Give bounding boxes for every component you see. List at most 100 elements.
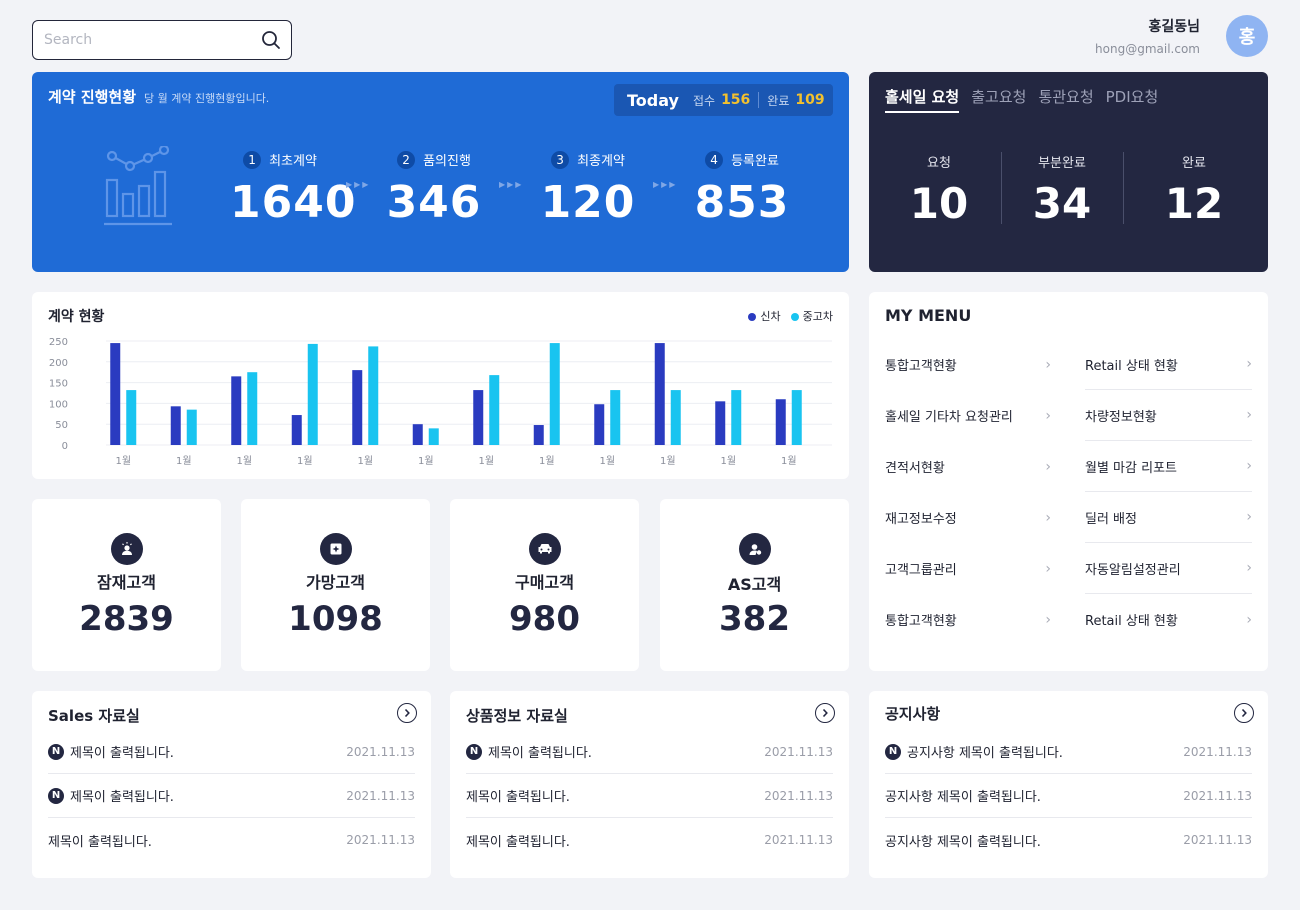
bar-used-car xyxy=(307,343,318,445)
user-name: 홍길동님 xyxy=(1148,19,1200,35)
stat-label: 잠재고객 xyxy=(97,573,156,592)
my-menu-item-label: 통합고객현황 xyxy=(885,614,957,629)
received-label: 접수 xyxy=(692,93,716,108)
step-registered[interactable]: 4 등록완료 853 xyxy=(692,150,792,228)
list-item[interactable]: N 공지사항 제목이 출력됩니다. 2021.11.13 xyxy=(885,730,1252,774)
list-item[interactable]: 제목이 출력됩니다. 2021.11.13 xyxy=(48,818,415,862)
stat-prospect-customers[interactable]: 가망고객 1098 xyxy=(241,499,430,671)
my-menu-item[interactable]: 월별 마감 리포트 › xyxy=(1085,441,1252,492)
list-item[interactable]: N 제목이 출력됩니다. 2021.11.13 xyxy=(48,730,415,774)
complete-count: 완료 12 xyxy=(1134,152,1254,228)
chevron-right-icon: › xyxy=(1246,611,1252,628)
x-tick-label: 1월 xyxy=(115,455,131,467)
bar-used-car xyxy=(670,390,681,445)
list-item[interactable]: 공지사항 제목이 출력됩니다. 2021.11.13 xyxy=(885,774,1252,818)
column-label: 요청 xyxy=(927,156,951,171)
list-item-left: N 제목이 출력됩니다. xyxy=(466,742,592,761)
arrows-icon: ▶▶▶ xyxy=(499,180,524,189)
chevron-right-icon: › xyxy=(1045,560,1051,577)
bar-new-car xyxy=(412,424,423,445)
list-item[interactable]: N 제목이 출력됩니다. 2021.11.13 xyxy=(466,730,833,774)
tab-pdi[interactable]: PDI요청 xyxy=(1106,86,1159,113)
list-item-left: N 제목이 출력됩니다. xyxy=(48,742,174,761)
my-menu-item[interactable]: 딜러 배정 › xyxy=(1085,492,1252,543)
list-item-title: 제목이 출력됩니다. xyxy=(48,834,152,850)
x-tick-label: 1월 xyxy=(539,455,555,467)
new-badge: N xyxy=(885,743,901,760)
list-item-left: 공지사항 제목이 출력됩니다. xyxy=(885,831,1041,850)
my-menu-item[interactable]: 자동알림설정관리 › xyxy=(1085,543,1252,594)
bar-used-car xyxy=(610,390,621,445)
list-item-date: 2021.11.13 xyxy=(764,833,833,847)
stat-value: 382 xyxy=(719,599,790,639)
step-value: 346 xyxy=(386,177,482,228)
my-menu-item[interactable]: 홀세일 기타차 요청관리 › xyxy=(885,390,1051,441)
bar-new-car xyxy=(110,343,121,445)
search-box xyxy=(32,20,292,60)
product-library-card: 상품정보 자료실 N 제목이 출력됩니다. 2021.11.13 제목이 출력됩니다.… xyxy=(450,691,849,878)
list-item-left: N 제목이 출력됩니다. xyxy=(48,786,174,805)
stat-purchase-customers[interactable]: 구매고객 980 xyxy=(450,499,639,671)
my-menu-item[interactable]: 통합고객현황 › xyxy=(885,339,1051,390)
step-initial-contract[interactable]: 1 최초계약 1640 xyxy=(230,150,355,228)
search-input[interactable] xyxy=(44,32,261,48)
my-menu-item-label: 홀세일 기타차 요청관리 xyxy=(885,410,1013,425)
list-item[interactable]: N 제목이 출력됩니다. 2021.11.13 xyxy=(48,774,415,818)
request-tabs: 홀세일 요청 출고요청 통관요청 PDI요청 xyxy=(885,86,1158,113)
done-count: 109 xyxy=(795,92,825,108)
x-tick-label: 1월 xyxy=(599,455,615,467)
my-menu-item[interactable]: Retail 상태 현황 › xyxy=(1085,594,1252,645)
avatar[interactable]: 홍 xyxy=(1226,15,1268,57)
bar-new-car xyxy=(715,401,726,445)
stat-value: 980 xyxy=(509,599,580,639)
step-label: 등록완료 xyxy=(731,154,779,169)
list-item-title: 제목이 출력됩니다. xyxy=(70,746,174,761)
column-label: 완료 xyxy=(1182,156,1206,171)
x-tick-label: 1월 xyxy=(418,455,434,467)
step-final-contract[interactable]: 3 최종계약 120 xyxy=(538,150,638,228)
chevron-right-circle-icon[interactable] xyxy=(815,703,835,723)
chevron-right-icon: › xyxy=(1045,509,1051,526)
my-menu-item-label: 자동알림설정관리 xyxy=(1085,562,1181,578)
y-tick-label: 150 xyxy=(49,379,68,390)
stat-as-customers[interactable]: AS고객 382 xyxy=(660,499,849,671)
search-icon[interactable] xyxy=(261,30,281,50)
my-menu-item[interactable]: 고객그룹관리 › xyxy=(885,543,1051,594)
bar-used-car xyxy=(126,390,137,445)
x-tick-label: 1월 xyxy=(297,455,313,467)
contract-chart-card: 계약 현황 신차 중고차 0 50 100 150 200 250 1월 1월 1월 1월 1월 1월… xyxy=(32,292,849,479)
my-menu-item[interactable]: Retail 상태 현황 › xyxy=(1085,339,1252,390)
my-menu-row: 견적서현황 › 월별 마감 리포트 › xyxy=(885,441,1252,492)
user-email: hong@gmail.com xyxy=(1095,42,1200,56)
list-title: Sales 자료실 xyxy=(48,707,140,725)
list-item[interactable]: 공지사항 제목이 출력됩니다. 2021.11.13 xyxy=(885,818,1252,862)
step-label: 품의진행 xyxy=(423,154,471,169)
y-tick-label: 0 xyxy=(62,441,68,452)
list-item-title: 제목이 출력됩니다. xyxy=(488,746,592,761)
my-menu-item[interactable]: 재고정보수정 › xyxy=(885,492,1051,543)
chevron-right-circle-icon[interactable] xyxy=(397,703,417,723)
my-menu-item[interactable]: 차량정보현황 › xyxy=(1085,390,1252,441)
list-item[interactable]: 제목이 출력됩니다. 2021.11.13 xyxy=(466,818,833,862)
bar-used-car xyxy=(186,409,197,445)
tab-customs[interactable]: 통관요청 xyxy=(1038,86,1093,113)
stat-potential-customers[interactable]: 잠재고객 2839 xyxy=(32,499,221,671)
step-label: 최종계약 xyxy=(577,154,625,169)
my-menu-item[interactable]: 견적서현황 › xyxy=(885,441,1051,492)
list-item[interactable]: 제목이 출력됩니다. 2021.11.13 xyxy=(466,774,833,818)
x-tick-label: 1월 xyxy=(478,455,494,467)
tab-wholesale[interactable]: 홀세일 요청 xyxy=(885,86,960,113)
my-menu-title: MY MENU xyxy=(885,306,972,325)
step-approval[interactable]: 2 품의진행 346 xyxy=(384,150,484,228)
chevron-right-circle-icon[interactable] xyxy=(1234,703,1254,723)
chevron-right-icon: › xyxy=(1246,356,1252,372)
list-item-title: 제목이 출력됩니다. xyxy=(70,790,174,805)
my-menu-item[interactable]: 통합고객현황 › xyxy=(885,594,1051,645)
list-item-date: 2021.11.13 xyxy=(1183,788,1252,803)
list-item-title: 제목이 출력됩니다. xyxy=(466,834,570,850)
list-item-left: 제목이 출력됩니다. xyxy=(48,831,152,850)
tab-release[interactable]: 출고요청 xyxy=(971,86,1026,113)
my-menu-item-label: 고객그룹관리 xyxy=(885,563,957,578)
list-title: 상품정보 자료실 xyxy=(466,707,568,725)
sparkle-card-icon xyxy=(319,533,352,565)
